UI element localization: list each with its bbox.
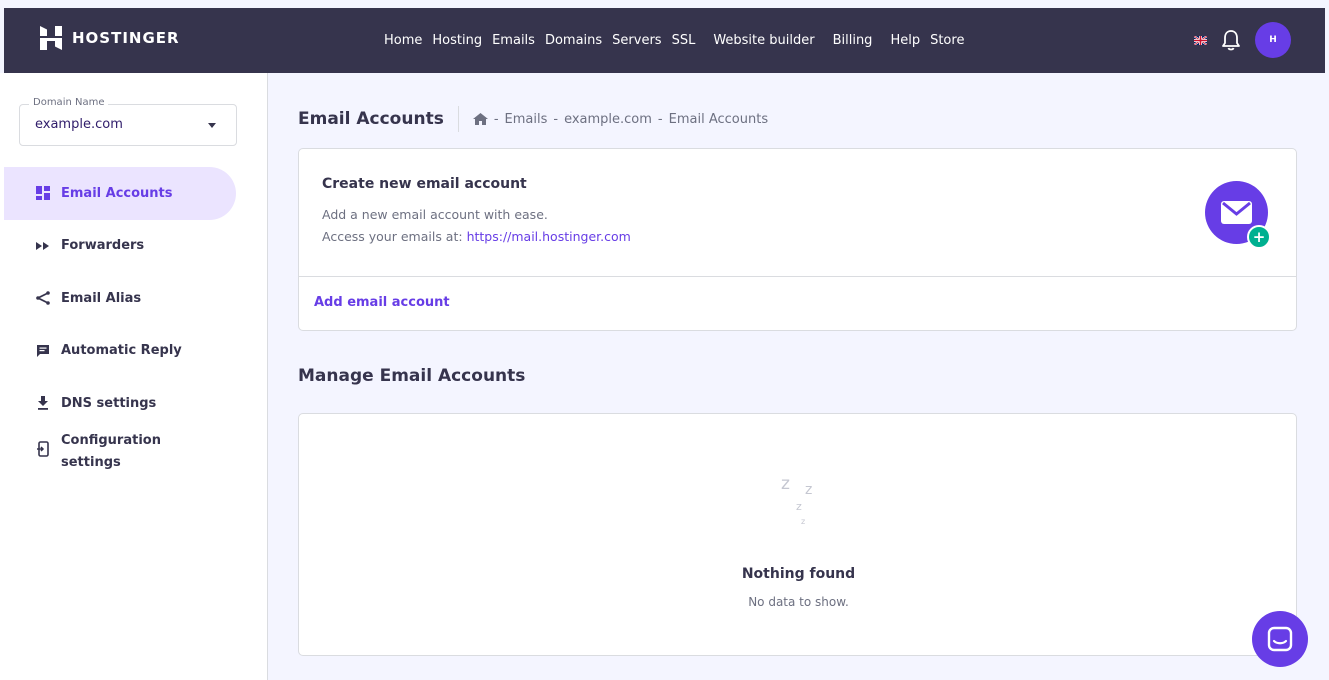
sidebar-menu: Email Accounts Forwarders Email Alias Au…	[4, 167, 268, 490]
sidebar-item-label: DNS settings	[61, 395, 157, 411]
sleep-zzz-icon: z z z z	[779, 474, 829, 534]
sidebar-item-label: Email Accounts	[61, 185, 173, 201]
download-icon	[36, 396, 50, 411]
nav-hosting[interactable]: Hosting	[432, 33, 482, 48]
breadcrumb-separator: -	[657, 111, 663, 127]
message-icon	[36, 344, 50, 358]
nav-website-builder[interactable]: Website builder	[713, 33, 814, 48]
main-nav: Home Hosting Emails Domains Servers SSL …	[384, 8, 974, 73]
empty-state-title: Nothing found	[741, 566, 856, 582]
grid-icon	[36, 186, 50, 201]
breadcrumb: - Emails - example.com - Email Accounts	[472, 111, 769, 127]
nav-domains[interactable]: Domains	[545, 33, 602, 48]
webmail-link[interactable]: https://mail.hostinger.com	[467, 229, 631, 244]
sidebar-item-label: Configuration settings	[61, 430, 161, 474]
add-email-account-button[interactable]: Add email account	[314, 295, 450, 310]
card-divider	[299, 276, 1296, 277]
empty-state-description: No data to show.	[748, 595, 849, 609]
top-right-actions: H	[1194, 22, 1291, 58]
page-title: Email Accounts	[298, 109, 444, 129]
zzz-letter: z	[801, 517, 806, 526]
uk-flag-icon[interactable]	[1194, 35, 1207, 45]
create-card-description: Add a new email account with ease. Acces…	[322, 204, 631, 248]
top-navbar: HOSTINGER Home Hosting Emails Domains Se…	[4, 8, 1325, 73]
sidebar-item-forwarders[interactable]: Forwarders	[4, 220, 268, 273]
domain-select-value: example.com	[35, 117, 123, 132]
plus-icon: +	[1247, 225, 1271, 249]
nav-help[interactable]: Help	[890, 33, 920, 48]
chevron-down-icon	[208, 123, 216, 128]
phone-login-icon	[36, 440, 50, 457]
sidebar-item-email-alias[interactable]: Email Alias	[4, 272, 268, 325]
home-icon[interactable]	[472, 113, 488, 125]
page-header: Email Accounts - Emails - example.com - …	[298, 106, 769, 132]
nav-billing[interactable]: Billing	[833, 33, 873, 48]
sidebar-item-label: Automatic Reply	[61, 343, 182, 359]
domain-select[interactable]: Domain Name example.com	[19, 97, 237, 146]
nav-home[interactable]: Home	[384, 33, 422, 48]
create-email-card: Create new email account Add a new email…	[298, 148, 1297, 331]
sidebar: Domain Name example.com Email Accounts F…	[0, 73, 268, 680]
hostinger-logo-icon	[40, 26, 62, 50]
sidebar-item-label-line1: Configuration	[61, 432, 161, 448]
brand-name: HOSTINGER	[72, 29, 180, 47]
user-avatar[interactable]: H	[1255, 22, 1291, 58]
domain-select-label: Domain Name	[29, 97, 109, 108]
email-accounts-list-card: z z z z Nothing found No data to show.	[298, 413, 1297, 656]
sidebar-item-email-accounts[interactable]: Email Accounts	[4, 167, 236, 220]
bell-icon[interactable]	[1221, 29, 1241, 51]
hostinger-logo[interactable]: HOSTINGER	[40, 26, 180, 50]
breadcrumb-emails[interactable]: Emails	[505, 112, 548, 127]
chat-support-button[interactable]	[1252, 611, 1308, 667]
zzz-letter: z	[781, 474, 790, 494]
breadcrumb-domain[interactable]: example.com	[564, 112, 652, 127]
chat-icon	[1267, 626, 1293, 652]
forward-icon	[36, 239, 50, 253]
nav-ssl[interactable]: SSL	[672, 33, 696, 48]
breadcrumb-current: Email Accounts	[668, 111, 769, 127]
sidebar-item-label: Email Alias	[61, 290, 142, 306]
sidebar-item-configuration-settings[interactable]: Configuration settings	[4, 430, 268, 490]
nav-emails[interactable]: Emails	[492, 33, 535, 48]
nav-store[interactable]: Store	[930, 33, 964, 48]
manage-section-title: Manage Email Accounts	[298, 366, 526, 386]
breadcrumb-separator: -	[553, 111, 559, 127]
create-card-title: Create new email account	[322, 176, 527, 192]
create-card-desc-line1: Add a new email account with ease.	[322, 207, 548, 222]
header-divider	[457, 106, 459, 132]
breadcrumb-separator: -	[493, 111, 499, 127]
sidebar-item-label-line2: settings	[61, 454, 121, 470]
nav-servers[interactable]: Servers	[612, 33, 661, 48]
create-card-desc-prefix: Access your emails at:	[322, 229, 467, 244]
zzz-letter: z	[805, 482, 813, 498]
avatar-initial: H	[1269, 35, 1277, 45]
sidebar-item-dns-settings[interactable]: DNS settings	[4, 377, 268, 430]
sidebar-item-label: Forwarders	[61, 238, 145, 254]
share-icon	[36, 291, 50, 306]
sidebar-item-automatic-reply[interactable]: Automatic Reply	[4, 325, 268, 378]
zzz-letter: z	[796, 500, 802, 513]
